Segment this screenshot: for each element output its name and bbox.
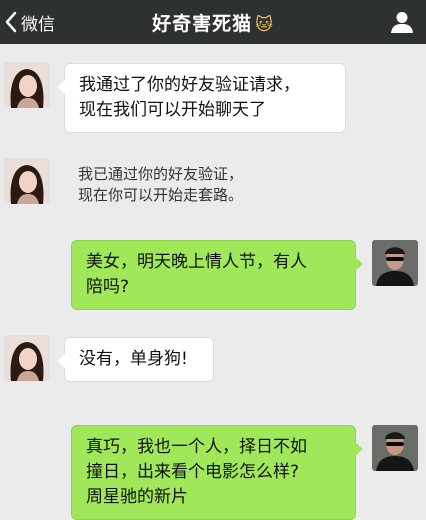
friend-avatar[interactable] <box>4 158 50 204</box>
friend-avatar-image <box>4 335 50 381</box>
message-text-line: 现在我们可以开始聊天了 <box>79 100 266 120</box>
message-text-line: 我已通过你的好友验证， <box>78 165 244 183</box>
friend-avatar[interactable] <box>4 62 50 108</box>
message-text-line: 撞日，出来看个电影怎么样? <box>86 462 300 482</box>
message-text-line: 真巧，我也一个人，择日不如 <box>86 437 307 457</box>
message-text-line: 陪吗? <box>86 277 130 297</box>
message-plain-received[interactable]: 我已通过你的好友验证， 现在你可以开始走套路。 <box>78 164 243 206</box>
my-avatar-image <box>372 425 418 471</box>
friend-avatar[interactable] <box>4 335 50 381</box>
message-text-line: 周星驰的新片 <box>86 487 188 507</box>
message-bubble-received[interactable]: 没有，单身狗! <box>57 337 214 382</box>
message-text-line: 我通过了你的好友验证请求， <box>79 75 300 95</box>
friend-avatar-image <box>4 158 50 204</box>
chat-title: 好奇害死猫 🐱 <box>0 9 426 36</box>
my-avatar-image <box>372 240 418 286</box>
message-text-line: 没有，单身狗! <box>79 349 188 369</box>
message-bubble-sent[interactable]: 美女，明天晚上情人节，有人 陪吗? <box>71 240 363 310</box>
friend-avatar-image <box>4 62 50 108</box>
top-bar: 微信 好奇害死猫 🐱 <box>0 0 426 44</box>
person-icon[interactable] <box>390 10 414 34</box>
cat-emoji: 🐱 <box>255 15 274 35</box>
message-bubble-sent[interactable]: 真巧，我也一个人，择日不如 撞日，出来看个电影怎么样? 周星驰的新片 <box>71 425 363 520</box>
chat-title-text: 好奇害死猫 <box>152 13 253 35</box>
my-avatar[interactable] <box>372 425 418 471</box>
message-text-line: 美女，明天晚上情人节，有人 <box>86 252 307 272</box>
my-avatar[interactable] <box>372 240 418 286</box>
message-bubble-received[interactable]: 我通过了你的好友验证请求， 现在我们可以开始聊天了 <box>57 63 346 133</box>
message-text-line: 现在你可以开始走套路。 <box>78 186 244 204</box>
